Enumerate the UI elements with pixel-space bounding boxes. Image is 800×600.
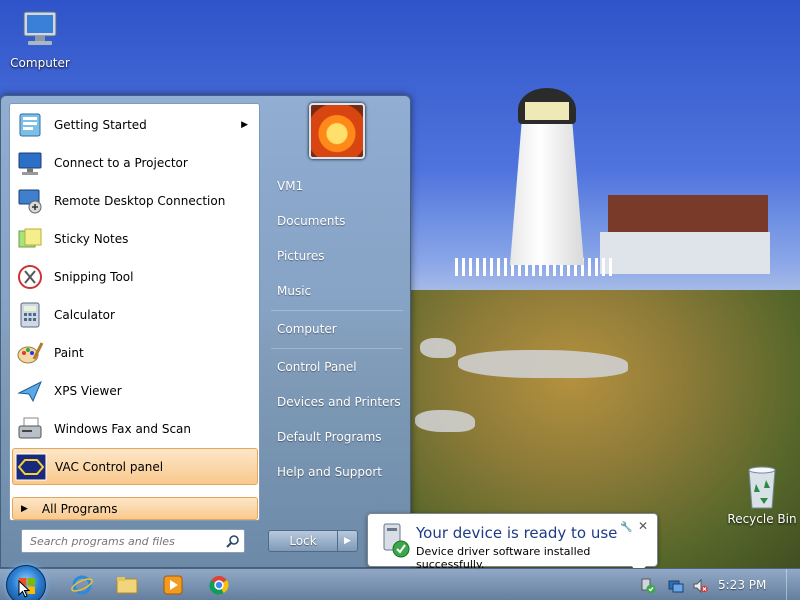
program-calculator[interactable]: Calculator — [12, 296, 258, 333]
right-item-label: Default Programs — [277, 430, 382, 444]
calculator-icon — [20, 302, 40, 327]
show-desktop-button[interactable] — [786, 569, 800, 600]
right-item-label: Music — [277, 284, 312, 298]
right-item-label: Computer — [277, 322, 337, 336]
right-item-pictures[interactable]: Pictures — [269, 241, 405, 271]
internet-explorer-icon — [71, 575, 93, 595]
program-getting-started[interactable]: Getting Started ▶ — [12, 106, 258, 143]
xps-viewer-icon — [17, 380, 42, 402]
program-label: Windows Fax and Scan — [54, 421, 192, 436]
program-label: Getting Started — [54, 117, 147, 132]
right-item-computer[interactable]: Computer — [269, 314, 405, 344]
taskbar-media-player[interactable] — [161, 573, 185, 597]
chrome-icon — [209, 576, 229, 595]
sticky-notes-icon — [18, 228, 42, 247]
all-programs-button[interactable]: ▶ All Programs — [12, 497, 258, 520]
program-label: Calculator — [54, 307, 115, 322]
taskbar: 5:23 PM — [0, 565, 800, 600]
menu-separator — [271, 348, 403, 349]
computer-icon — [23, 11, 57, 45]
right-item-help-support[interactable]: Help and Support — [269, 457, 405, 487]
desktop-icon-recycle-bin[interactable]: Recycle Bin — [724, 462, 800, 526]
wallpaper-lighthouse — [510, 120, 584, 265]
power-options-arrow-button[interactable]: ▶ — [337, 530, 358, 552]
program-xps-viewer[interactable]: XPS Viewer — [12, 372, 258, 409]
vac-control-icon — [15, 453, 47, 480]
program-vac-control-panel[interactable]: VAC Control panel — [12, 448, 258, 485]
submenu-arrow-icon: ▶ — [241, 119, 248, 130]
wrench-icon[interactable]: 🔧 — [620, 522, 632, 534]
program-label: XPS Viewer — [54, 383, 122, 398]
paint-icon — [17, 341, 44, 363]
taskbar-clock[interactable]: 5:23 PM — [718, 578, 766, 592]
right-item-label: VM1 — [277, 179, 304, 193]
right-item-label: Control Panel — [277, 360, 357, 374]
program-label: Snipping Tool — [54, 269, 134, 284]
taskbar-file-explorer[interactable] — [115, 573, 139, 597]
right-item-default-programs[interactable]: Default Programs — [269, 422, 405, 452]
right-item-vm1[interactable]: VM1 — [269, 171, 405, 201]
taskbar-chrome[interactable] — [207, 573, 231, 597]
notification-balloon[interactable]: Your device is ready to use Device drive… — [367, 513, 658, 576]
expand-arrow-icon: ▶ — [21, 503, 28, 514]
search-icon[interactable] — [222, 530, 244, 552]
notification-title: Your device is ready to use — [416, 524, 618, 542]
program-label: Sticky Notes — [54, 231, 129, 246]
program-label: Remote Desktop Connection — [54, 193, 226, 208]
right-item-music[interactable]: Music — [269, 276, 405, 306]
desktop-icon-label: Recycle Bin — [727, 512, 797, 526]
program-remote-desktop[interactable]: Remote Desktop Connection — [12, 182, 258, 219]
wallpaper-house — [600, 232, 770, 274]
close-icon[interactable]: ✕ — [636, 519, 650, 533]
start-menu: Getting Started ▶ Connect to a Projector… — [0, 95, 411, 568]
snipping-tool-icon — [18, 264, 42, 289]
recycle-bin-icon — [748, 466, 776, 509]
program-fax-scan[interactable]: Windows Fax and Scan — [12, 410, 258, 447]
start-menu-programs-pane: Getting Started ▶ Connect to a Projector… — [9, 103, 260, 521]
projector-icon — [18, 152, 42, 175]
program-connect-projector[interactable]: Connect to a Projector — [12, 144, 258, 181]
file-explorer-icon — [116, 577, 138, 594]
taskbar-internet-explorer[interactable] — [70, 573, 94, 597]
search-box[interactable] — [21, 529, 245, 553]
chevron-right-icon: ▶ — [344, 536, 351, 546]
lock-label: Lock — [289, 534, 317, 548]
menu-separator — [271, 310, 403, 311]
wallpaper-rock — [420, 338, 456, 358]
wallpaper-lighthouse-lamp — [525, 102, 569, 120]
user-picture[interactable] — [309, 103, 365, 159]
desktop-icon-label: Computer — [10, 56, 70, 70]
network-icon[interactable] — [668, 578, 684, 594]
remote-desktop-icon — [18, 189, 42, 213]
fax-scan-icon — [18, 417, 42, 438]
mouse-cursor-icon — [18, 580, 30, 598]
program-label: Connect to a Projector — [54, 155, 188, 170]
wallpaper-rock — [415, 410, 475, 432]
right-item-documents[interactable]: Documents — [269, 206, 405, 236]
program-snipping-tool[interactable]: Snipping Tool — [12, 258, 258, 295]
desktop-icon-computer[interactable]: Computer — [0, 8, 80, 70]
program-label: Paint — [54, 345, 84, 360]
volume-muted-icon[interactable] — [692, 578, 708, 594]
right-item-label: Help and Support — [277, 465, 382, 479]
wallpaper-rock — [458, 350, 628, 378]
search-input[interactable] — [22, 534, 222, 548]
program-label: VAC Control panel — [55, 459, 164, 474]
right-item-devices-printers[interactable]: Devices and Printers — [269, 387, 405, 417]
search-area — [9, 524, 260, 564]
right-item-control-panel[interactable]: Control Panel — [269, 352, 405, 382]
media-player-icon — [163, 575, 183, 595]
right-item-label: Pictures — [277, 249, 325, 263]
device-installed-tray-icon[interactable] — [640, 578, 656, 594]
all-programs-label: All Programs — [41, 501, 118, 516]
right-item-label: Documents — [277, 214, 346, 228]
lock-button[interactable]: Lock — [268, 530, 338, 552]
wallpaper-house-roof — [608, 195, 768, 235]
device-driver-icon — [383, 523, 410, 558]
getting-started-icon — [19, 113, 41, 136]
right-item-label: Devices and Printers — [277, 395, 401, 409]
program-sticky-notes[interactable]: Sticky Notes — [12, 220, 258, 257]
program-paint[interactable]: Paint — [12, 334, 258, 371]
